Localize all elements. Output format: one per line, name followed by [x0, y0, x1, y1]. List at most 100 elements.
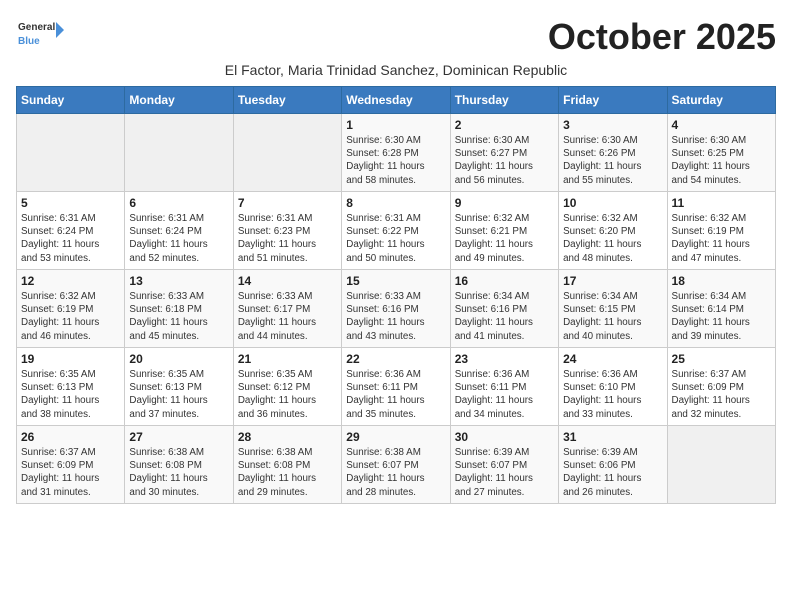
day-number: 1 — [346, 118, 445, 132]
calendar-cell: 10Sunrise: 6:32 AM Sunset: 6:20 PM Dayli… — [559, 192, 667, 270]
calendar-cell: 3 Sunrise: 6:30 AM Sunset: 6:26 PM Daylig… — [559, 114, 667, 192]
day-number: 16 — [455, 274, 554, 288]
day-info: Sunrise: 6:32 AM Sunset: 6:19 PM Dayligh… — [21, 290, 120, 343]
day-info: Sunrise: 6:33 AM Sunset: 6:17 PM Dayligh… — [238, 290, 337, 343]
calendar-cell: 12 Sunrise: 6:32 AM Sunset: 6:19 PM Dayli… — [17, 270, 125, 348]
calendar-cell: 14Sunrise: 6:33 AM Sunset: 6:17 PM Dayli… — [233, 270, 341, 348]
day-number: 17 — [563, 274, 662, 288]
day-info: Sunrise: 6:35 AM Sunset: 6:13 PM Dayligh… — [21, 368, 120, 421]
day-info: Sunrise: 6:34 AM Sunset: 6:14 PM Dayligh… — [672, 290, 771, 343]
header-cell-wednesday: Wednesday — [342, 87, 450, 114]
subtitle: El Factor, Maria Trinidad Sanchez, Domin… — [16, 62, 776, 78]
day-info: Sunrise: 6:34 AM Sunset: 6:16 PM Dayligh… — [455, 290, 554, 343]
day-number: 23 — [455, 352, 554, 366]
calendar-cell: 31 Sunrise: 6:39 AM Sunset: 6:06 PM Dayli… — [559, 426, 667, 504]
calendar-table: SundayMondayTuesdayWednesdayThursdayFrid… — [16, 86, 776, 504]
calendar-cell: 7 Sunrise: 6:31 AM Sunset: 6:23 PM Daylig… — [233, 192, 341, 270]
calendar-cell: 23 Sunrise: 6:36 AM Sunset: 6:11 PM Dayli… — [450, 348, 558, 426]
header-cell-friday: Friday — [559, 87, 667, 114]
day-number: 9 — [455, 196, 554, 210]
week-row-2: 5 Sunrise: 6:31 AM Sunset: 6:24 PM Daylig… — [17, 192, 776, 270]
header-cell-monday: Monday — [125, 87, 233, 114]
day-number: 26 — [21, 430, 120, 444]
day-info: Sunrise: 6:34 AM Sunset: 6:15 PM Dayligh… — [563, 290, 662, 343]
svg-text:General: General — [18, 22, 55, 33]
header-cell-sunday: Sunday — [17, 87, 125, 114]
day-number: 30 — [455, 430, 554, 444]
calendar-cell: 16 Sunrise: 6:34 AM Sunset: 6:16 PM Dayli… — [450, 270, 558, 348]
day-number: 31 — [563, 430, 662, 444]
day-info: Sunrise: 6:39 AM Sunset: 6:07 PM Dayligh… — [455, 446, 554, 499]
calendar-cell: 5 Sunrise: 6:31 AM Sunset: 6:24 PM Daylig… — [17, 192, 125, 270]
calendar-cell: 26 Sunrise: 6:37 AM Sunset: 6:09 PM Dayli… — [17, 426, 125, 504]
calendar-cell: 27 Sunrise: 6:38 AM Sunset: 6:08 PM Dayli… — [125, 426, 233, 504]
day-info: Sunrise: 6:31 AM Sunset: 6:22 PM Dayligh… — [346, 212, 445, 265]
day-info: Sunrise: 6:31 AM Sunset: 6:24 PM Dayligh… — [21, 212, 120, 265]
calendar-cell: 25 Sunrise: 6:37 AM Sunset: 6:09 PM Dayli… — [667, 348, 775, 426]
day-number: 27 — [129, 430, 228, 444]
header-cell-tuesday: Tuesday — [233, 87, 341, 114]
header-row: SundayMondayTuesdayWednesdayThursdayFrid… — [17, 87, 776, 114]
calendar-cell — [17, 114, 125, 192]
day-info: Sunrise: 6:39 AM Sunset: 6:06 PM Dayligh… — [563, 446, 662, 499]
day-number: 20 — [129, 352, 228, 366]
calendar-cell: 21 Sunrise: 6:35 AM Sunset: 6:12 PM Dayli… — [233, 348, 341, 426]
day-info: Sunrise: 6:31 AM Sunset: 6:23 PM Dayligh… — [238, 212, 337, 265]
day-number: 2 — [455, 118, 554, 132]
week-row-1: 1 Sunrise: 6:30 AM Sunset: 6:28 PM Daylig… — [17, 114, 776, 192]
calendar-cell: 29 Sunrise: 6:38 AM Sunset: 6:07 PM Dayli… — [342, 426, 450, 504]
day-number: 19 — [21, 352, 120, 366]
day-info: Sunrise: 6:37 AM Sunset: 6:09 PM Dayligh… — [21, 446, 120, 499]
calendar-cell: 24Sunrise: 6:36 AM Sunset: 6:10 PM Dayli… — [559, 348, 667, 426]
day-info: Sunrise: 6:32 AM Sunset: 6:21 PM Dayligh… — [455, 212, 554, 265]
logo-svg: General Blue — [16, 16, 66, 52]
calendar-cell: 15 Sunrise: 6:33 AM Sunset: 6:16 PM Dayli… — [342, 270, 450, 348]
header-cell-thursday: Thursday — [450, 87, 558, 114]
day-number: 15 — [346, 274, 445, 288]
page-header: General Blue October 2025 — [16, 16, 776, 58]
calendar-cell: 20 Sunrise: 6:35 AM Sunset: 6:13 PM Dayli… — [125, 348, 233, 426]
calendar-cell: 1 Sunrise: 6:30 AM Sunset: 6:28 PM Daylig… — [342, 114, 450, 192]
day-info: Sunrise: 6:36 AM Sunset: 6:11 PM Dayligh… — [455, 368, 554, 421]
title-block: October 2025 — [548, 16, 776, 58]
day-number: 6 — [129, 196, 228, 210]
day-info: Sunrise: 6:36 AM Sunset: 6:10 PM Dayligh… — [563, 368, 662, 421]
calendar-cell: 28 Sunrise: 6:38 AM Sunset: 6:08 PM Dayli… — [233, 426, 341, 504]
day-number: 13 — [129, 274, 228, 288]
day-info: Sunrise: 6:38 AM Sunset: 6:08 PM Dayligh… — [238, 446, 337, 499]
day-number: 21 — [238, 352, 337, 366]
day-number: 28 — [238, 430, 337, 444]
calendar-cell — [233, 114, 341, 192]
day-number: 25 — [672, 352, 771, 366]
day-number: 3 — [563, 118, 662, 132]
week-row-5: 26 Sunrise: 6:37 AM Sunset: 6:09 PM Dayli… — [17, 426, 776, 504]
day-info: Sunrise: 6:38 AM Sunset: 6:08 PM Dayligh… — [129, 446, 228, 499]
calendar-cell: 22Sunrise: 6:36 AM Sunset: 6:11 PM Dayli… — [342, 348, 450, 426]
logo: General Blue — [16, 16, 66, 52]
day-info: Sunrise: 6:32 AM Sunset: 6:19 PM Dayligh… — [672, 212, 771, 265]
week-row-3: 12 Sunrise: 6:32 AM Sunset: 6:19 PM Dayli… — [17, 270, 776, 348]
day-info: Sunrise: 6:30 AM Sunset: 6:26 PM Dayligh… — [563, 134, 662, 187]
day-number: 11 — [672, 196, 771, 210]
day-info: Sunrise: 6:36 AM Sunset: 6:11 PM Dayligh… — [346, 368, 445, 421]
calendar-cell — [125, 114, 233, 192]
calendar-cell: 30 Sunrise: 6:39 AM Sunset: 6:07 PM Dayli… — [450, 426, 558, 504]
day-number: 5 — [21, 196, 120, 210]
day-info: Sunrise: 6:33 AM Sunset: 6:18 PM Dayligh… — [129, 290, 228, 343]
day-info: Sunrise: 6:38 AM Sunset: 6:07 PM Dayligh… — [346, 446, 445, 499]
day-info: Sunrise: 6:30 AM Sunset: 6:27 PM Dayligh… — [455, 134, 554, 187]
day-info: Sunrise: 6:30 AM Sunset: 6:28 PM Dayligh… — [346, 134, 445, 187]
day-info: Sunrise: 6:37 AM Sunset: 6:09 PM Dayligh… — [672, 368, 771, 421]
day-number: 29 — [346, 430, 445, 444]
day-number: 10 — [563, 196, 662, 210]
day-number: 18 — [672, 274, 771, 288]
svg-text:Blue: Blue — [18, 36, 40, 47]
day-info: Sunrise: 6:33 AM Sunset: 6:16 PM Dayligh… — [346, 290, 445, 343]
calendar-cell: 18 Sunrise: 6:34 AM Sunset: 6:14 PM Dayli… — [667, 270, 775, 348]
day-info: Sunrise: 6:35 AM Sunset: 6:12 PM Dayligh… — [238, 368, 337, 421]
calendar-cell: 6Sunrise: 6:31 AM Sunset: 6:24 PM Daylig… — [125, 192, 233, 270]
day-info: Sunrise: 6:35 AM Sunset: 6:13 PM Dayligh… — [129, 368, 228, 421]
day-number: 8 — [346, 196, 445, 210]
day-number: 7 — [238, 196, 337, 210]
day-number: 12 — [21, 274, 120, 288]
